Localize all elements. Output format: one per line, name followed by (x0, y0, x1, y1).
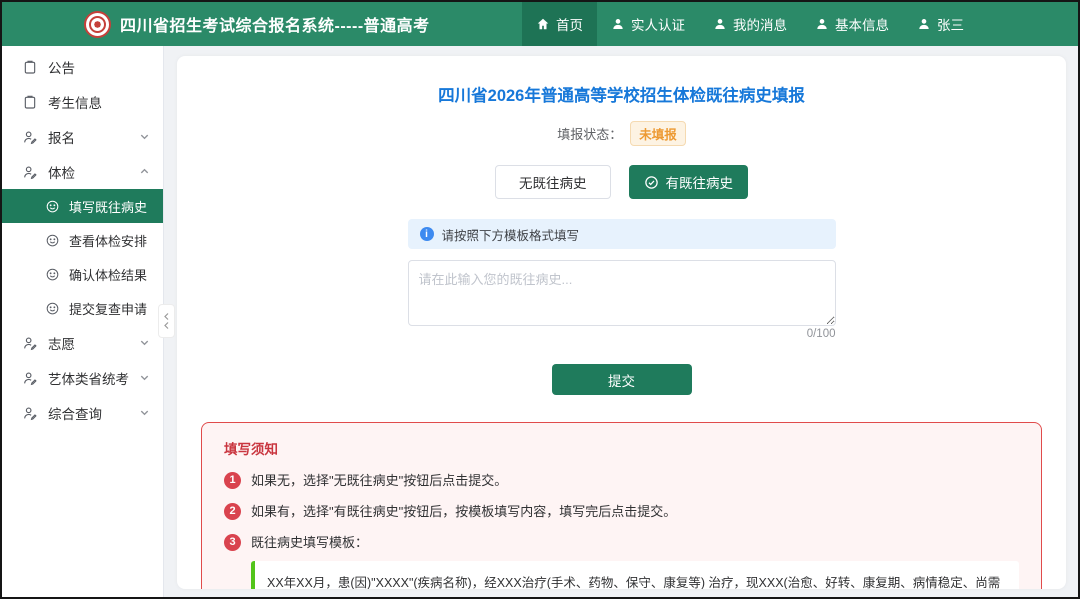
sidebar-item-announcements[interactable]: 公告 (2, 49, 163, 84)
sidebar-item-registration[interactable]: 报名 (2, 119, 163, 154)
nav-basic-info[interactable]: 基本信息 (801, 2, 903, 46)
has-history-label: 有既往病史 (666, 172, 734, 192)
sidebar-item-label: 填写既往病史 (69, 197, 147, 216)
sidebar-item-label: 查看体检安排 (69, 231, 147, 250)
chevron-down-icon (139, 337, 150, 348)
nav-label: 实人认证 (631, 14, 685, 34)
main-area: 四川省2026年普通高等学校招生体检既往病史填报 填报状态： 未填报 无既往病史… (164, 46, 1078, 597)
info-icon: i (420, 227, 434, 241)
check-circle-icon (644, 175, 659, 190)
notice-text: 如果有，选择"有既往病史"按钮后，按模板填写内容，填写完后点击提交。 (251, 503, 676, 520)
chevron-down-icon (139, 407, 150, 418)
app-logo-icon (84, 11, 111, 38)
has-history-button[interactable]: 有既往病史 (629, 165, 749, 199)
sidebar: 公告 考生信息 报名 体检 填写既往病史 查看体检安 (2, 46, 164, 597)
sidebar-item-preferences[interactable]: 志愿 (2, 325, 163, 360)
person-edit-icon (22, 335, 38, 351)
chevron-down-icon (139, 131, 150, 142)
app-header: 四川省招生考试综合报名系统-----普通高考 首页 实人认证 我的消息 基本信息… (2, 2, 1078, 46)
sidebar-item-art-sports-exam[interactable]: 艺体类省统考 (2, 360, 163, 395)
nav-label: 基本信息 (835, 14, 889, 34)
template-format-alert: i 请按照下方模板格式填写 (408, 219, 836, 249)
smiley-icon (45, 301, 60, 316)
person-edit-icon (22, 370, 38, 386)
sidebar-item-label: 报名 (48, 127, 129, 147)
notice-title: 填写须知 (224, 438, 1019, 458)
person-edit-icon (22, 405, 38, 421)
smiley-icon (45, 199, 60, 214)
nav-user-account[interactable]: 张三 (903, 2, 978, 46)
sidebar-item-label: 艺体类省统考 (48, 368, 129, 388)
sidebar-item-submit-recheck-request[interactable]: 提交复查申请 (2, 291, 163, 325)
sidebar-item-label: 提交复查申请 (69, 299, 147, 318)
status-label: 填报状态： (557, 124, 622, 143)
notice-item: 1 如果无，选择"无既往病史"按钮后点击提交。 (224, 472, 1019, 489)
nav-label: 首页 (556, 14, 583, 34)
smiley-icon (45, 233, 60, 248)
history-template-example: XX年XX月，患(因)"XXXX"(疾病名称)，经XXX治疗(手术、药物、保守、… (251, 561, 1019, 589)
top-nav: 首页 实人认证 我的消息 基本信息 张三 (522, 2, 978, 46)
sidebar-collapse-handle[interactable] (158, 304, 175, 338)
sidebar-item-label: 公告 (48, 57, 150, 77)
medical-history-input[interactable] (408, 260, 836, 326)
home-icon (536, 17, 550, 31)
brand: 四川省招生考试综合报名系统-----普通高考 (84, 11, 430, 38)
content-card: 四川省2026年普通高等学校招生体检既往病史填报 填报状态： 未填报 无既往病史… (177, 56, 1066, 589)
user-icon (713, 17, 727, 31)
notice-text: 如果无，选择"无既往病史"按钮后点击提交。 (251, 472, 507, 489)
page-title: 四川省2026年普通高等学校招生体检既往病史填报 (201, 82, 1042, 106)
sidebar-item-physical-exam[interactable]: 体检 (2, 154, 163, 189)
chevron-left-icon (162, 312, 171, 321)
person-edit-icon (22, 164, 38, 180)
app-window: 四川省招生考试综合报名系统-----普通高考 首页 实人认证 我的消息 基本信息… (0, 0, 1080, 599)
no-history-button[interactable]: 无既往病史 (495, 165, 611, 199)
sidebar-item-label: 体检 (48, 162, 129, 182)
smiley-icon (45, 267, 60, 282)
char-counter: 0/100 (408, 328, 836, 340)
user-icon (917, 17, 931, 31)
status-row: 填报状态： 未填报 (201, 121, 1042, 146)
alert-text: 请按照下方模板格式填写 (442, 225, 580, 244)
nav-label: 我的消息 (733, 14, 787, 34)
sidebar-item-candidate-info[interactable]: 考生信息 (2, 84, 163, 119)
sidebar-item-fill-medical-history[interactable]: 填写既往病史 (2, 189, 163, 223)
sidebar-item-label: 志愿 (48, 333, 129, 353)
sidebar-item-label: 考生信息 (48, 92, 150, 112)
sidebar-item-view-exam-schedule[interactable]: 查看体检安排 (2, 223, 163, 257)
clipboard-icon (22, 59, 38, 75)
person-edit-icon (22, 129, 38, 145)
history-choice-group: 无既往病史 有既往病史 (201, 165, 1042, 199)
clipboard-icon (22, 94, 38, 110)
nav-home[interactable]: 首页 (522, 2, 597, 46)
notice-number-badge: 3 (224, 534, 241, 551)
notice-number-badge: 1 (224, 472, 241, 489)
notice-number-badge: 2 (224, 503, 241, 520)
nav-my-messages[interactable]: 我的消息 (699, 2, 801, 46)
app-title: 四川省招生考试综合报名系统-----普通高考 (120, 12, 430, 36)
sidebar-item-label: 确认体检结果 (69, 265, 147, 284)
sidebar-item-label: 综合查询 (48, 403, 129, 423)
chevron-left-icon (162, 321, 171, 330)
form-column: i 请按照下方模板格式填写 0/100 (408, 219, 836, 340)
sidebar-item-confirm-exam-result[interactable]: 确认体检结果 (2, 257, 163, 291)
notice-item: 3 既往病史填写模板： (224, 534, 1019, 551)
body-row: 公告 考生信息 报名 体检 填写既往病史 查看体检安 (2, 46, 1078, 597)
user-icon (611, 17, 625, 31)
sidebar-item-comprehensive-query[interactable]: 综合查询 (2, 395, 163, 430)
nav-real-person-auth[interactable]: 实人认证 (597, 2, 699, 46)
notice-text: 既往病史填写模板： (251, 534, 368, 551)
status-badge: 未填报 (630, 121, 686, 146)
chevron-down-icon (139, 372, 150, 383)
notice-item: 2 如果有，选择"有既往病史"按钮后，按模板填写内容，填写完后点击提交。 (224, 503, 1019, 520)
nav-label: 张三 (937, 14, 964, 34)
notice-box: 填写须知 1 如果无，选择"无既往病史"按钮后点击提交。 2 如果有，选择"有既… (201, 422, 1042, 589)
chevron-up-icon (139, 166, 150, 177)
submit-button[interactable]: 提交 (552, 364, 692, 395)
user-icon (815, 17, 829, 31)
